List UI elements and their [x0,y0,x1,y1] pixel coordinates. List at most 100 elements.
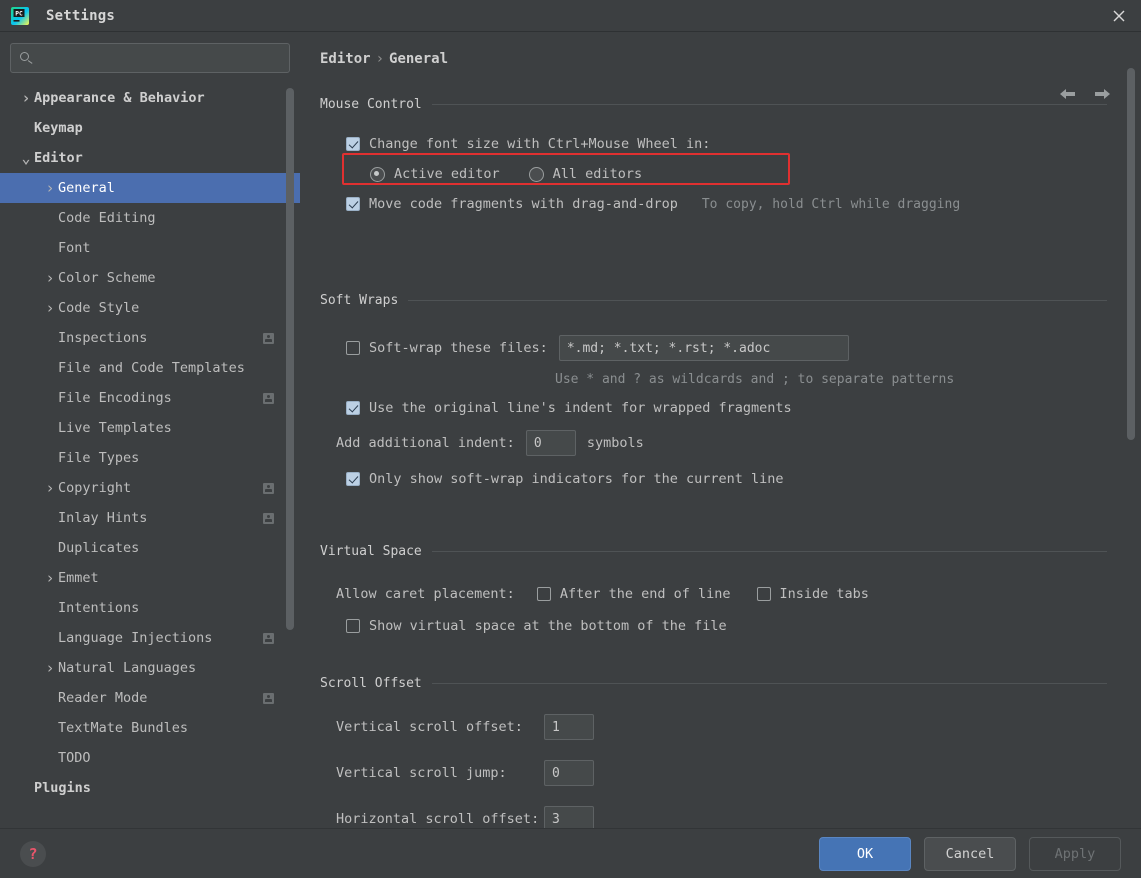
chevron-right-icon[interactable]: › [42,659,58,677]
original-indent-checkbox[interactable] [346,401,360,415]
move-code-fragments-label: Move code fragments with drag-and-drop [369,196,678,212]
sidebar-item-code-editing[interactable]: ›Code Editing [0,203,300,233]
soft-wrap-files-label: Soft-wrap these files: [369,340,548,356]
additional-indent-suffix: symbols [586,435,644,451]
search-icon [19,51,33,65]
section-divider [408,299,1107,301]
only-current-line-checkbox[interactable] [346,472,360,486]
change-font-size-row[interactable]: Change font size with Ctrl+Mouse Wheel i… [346,136,1141,152]
inside-tabs-checkbox[interactable] [756,587,771,601]
help-icon[interactable]: ? [20,840,46,867]
sidebar-item-label: TODO [58,750,91,766]
sidebar-item-label: Keymap [34,120,83,136]
sidebar-item-file-and-code-templates[interactable]: ›File and Code Templates [0,353,300,383]
sidebar-item-textmate-bundles[interactable]: ›TextMate Bundles [0,713,300,743]
sidebar-item-inspections[interactable]: ›Inspections [0,323,300,353]
after-end-of-line-checkbox[interactable] [536,587,551,601]
additional-indent-row: Add additional indent: symbols [336,430,1141,456]
sidebar-item-label: Plugins [34,780,91,796]
sidebar-item-natural-languages[interactable]: › Natural Languages [0,653,300,683]
vertical-scroll-jump-input[interactable] [544,760,594,786]
chevron-right-icon[interactable]: › [42,179,58,197]
sidebar-item-copyright[interactable]: › Copyright [0,473,300,503]
all-editors-label[interactable]: All editors [553,166,642,182]
search-input[interactable] [39,51,281,65]
active-editor-radio[interactable] [370,166,385,182]
settings-tree: ›Appearance & Behavior›Keymap⌄Editor›Gen… [0,83,300,803]
sidebar-item-color-scheme[interactable]: › Color Scheme [0,263,300,293]
horizontal-scroll-offset-input[interactable] [544,806,594,828]
sidebar-item-label: General [58,180,115,196]
vertical-scroll-offset-input[interactable] [544,714,594,740]
chevron-right-icon[interactable]: › [42,569,58,587]
sidebar-item-file-encodings[interactable]: ›File Encodings [0,383,300,413]
sidebar-item-keymap[interactable]: ›Keymap [0,113,300,143]
move-code-fragments-row[interactable]: Move code fragments with drag-and-drop T… [346,196,1141,212]
cancel-button[interactable]: Cancel [924,836,1016,871]
sidebar-item-file-types[interactable]: ›File Types [0,443,300,473]
change-font-size-checkbox[interactable] [346,137,360,151]
section-virtual-space: Virtual Space Allow caret placement: Aft… [301,542,1141,634]
sidebar-item-inlay-hints[interactable]: ›Inlay Hints [0,503,300,533]
breadcrumb-root[interactable]: Editor [320,51,371,67]
search-container [0,33,300,73]
vertical-scroll-offset-row: Vertical scroll offset: [336,714,1141,740]
window-titlebar: PC Settings [0,0,1141,32]
sidebar-scrollbar[interactable] [286,33,294,828]
dialog-buttons: OK Cancel Apply [819,836,1121,871]
soft-wrap-files-checkbox[interactable] [346,341,360,355]
sidebar-item-label: File Types [58,450,140,466]
section-title: Soft Wraps [320,292,399,308]
sidebar-item-plugins[interactable]: ›Plugins [0,773,300,803]
user-scope-badge-icon [263,392,274,404]
chevron-right-icon[interactable]: › [42,299,58,317]
sidebar-item-appearance-behavior[interactable]: › Appearance & Behavior [0,83,300,113]
horizontal-scroll-offset-label: Horizontal scroll offset: [336,811,540,827]
breadcrumb-separator: › [375,51,385,67]
move-code-fragments-checkbox[interactable] [346,197,360,211]
content-scrollbar-thumb[interactable] [1127,68,1135,440]
ok-button[interactable]: OK [819,836,911,871]
allow-caret-placement-row: Allow caret placement: After the end of … [336,586,1141,602]
original-indent-row[interactable]: Use the original line's indent for wrapp… [346,400,1141,416]
sidebar-item-duplicates[interactable]: ›Duplicates [0,533,300,563]
sidebar-item-font[interactable]: ›Font [0,233,300,263]
sidebar-item-general[interactable]: › General [0,173,300,203]
show-virtual-space-row[interactable]: Show virtual space at the bottom of the … [346,618,1141,634]
chevron-down-icon[interactable]: ⌄ [18,151,34,166]
section-title: Mouse Control [320,96,422,112]
sidebar-item-intentions[interactable]: ›Intentions [0,593,300,623]
window-title: Settings [46,7,116,24]
only-current-line-row[interactable]: Only show soft-wrap indicators for the c… [346,471,1141,487]
chevron-right-icon[interactable]: › [42,479,58,497]
sidebar-item-label: Live Templates [58,420,172,436]
user-scope-badge-icon [263,332,274,344]
sidebar-item-emmet[interactable]: › Emmet [0,563,300,593]
additional-indent-label: Add additional indent: [336,435,515,451]
search-box[interactable] [10,43,290,73]
chevron-right-icon[interactable]: › [18,89,34,107]
additional-indent-input[interactable] [525,430,576,456]
sidebar-item-label: TextMate Bundles [58,720,189,736]
user-scope-badge-icon [263,632,274,644]
sidebar-item-language-injections[interactable]: ›Language Injections [0,623,300,653]
active-editor-label[interactable]: Active editor [394,166,500,182]
user-scope-badge-icon [263,512,274,524]
close-icon[interactable] [1105,2,1133,30]
show-virtual-space-checkbox[interactable] [346,619,360,633]
all-editors-radio[interactable] [528,166,544,182]
sidebar-item-reader-mode[interactable]: ›Reader Mode [0,683,300,713]
sidebar-item-editor[interactable]: ⌄ Editor [0,143,300,173]
sidebar-item-code-style[interactable]: › Code Style [0,293,300,323]
section-header-virtual-space: Virtual Space [301,542,1141,560]
show-virtual-space-label: Show virtual space at the bottom of the … [369,618,727,634]
soft-wrap-files-input[interactable] [558,335,849,361]
sidebar-item-live-templates[interactable]: ›Live Templates [0,413,300,443]
content-scrollbar[interactable] [1127,33,1135,828]
chevron-right-icon[interactable]: › [42,269,58,287]
sidebar-scrollbar-thumb[interactable] [286,88,294,630]
original-indent-label: Use the original line's indent for wrapp… [369,400,792,416]
svg-text:PC: PC [15,10,23,17]
dialog-footer: ? OK Cancel Apply [0,828,1141,878]
sidebar-item-todo[interactable]: ›TODO [0,743,300,773]
